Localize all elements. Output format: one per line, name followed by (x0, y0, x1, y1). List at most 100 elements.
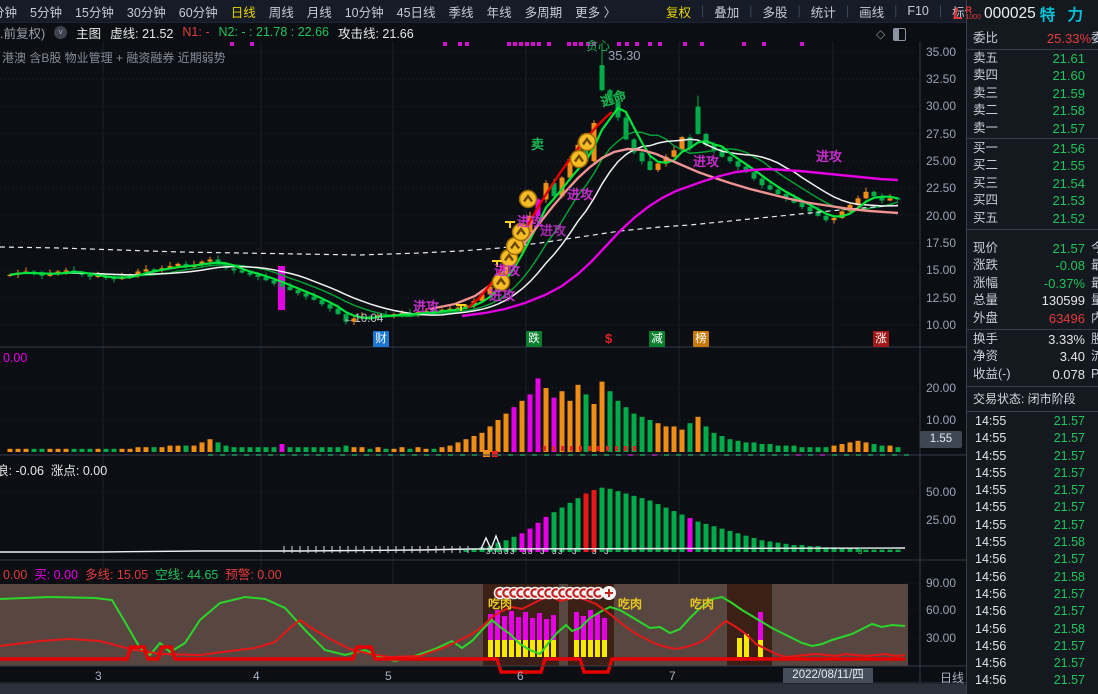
ask-row: 卖一 21.57 (973, 120, 1085, 136)
tag-bang[interactable]: 榜 (693, 331, 709, 347)
y-axis-label: 20.00 (925, 209, 956, 223)
bottom-axis-label: 90.00 (925, 576, 956, 590)
tick-row: 14:55 21.58 (975, 535, 1085, 550)
trading-terminal: 分钟 5分钟 15分钟 30分钟 60分钟 日线 周线 月线 10分钟 45日线… (0, 0, 1098, 694)
bid-row: 买四 21.53 (973, 193, 1085, 209)
svg-text:3: 3 (498, 547, 503, 556)
ask-row: 卖二 21.58 (973, 103, 1085, 119)
tick-row: 14:56 21.57 (975, 604, 1085, 619)
stat-row: 涨幅 -0.37% 最 (973, 275, 1098, 291)
bid-row: 买一 21.56 (973, 141, 1085, 156)
bid-row: 买二 21.55 (973, 158, 1085, 174)
y-axis-label: 17.50 (925, 236, 956, 250)
y-axis-label: 22.50 (925, 181, 956, 195)
eat-meat-tag: 吃肉 (618, 597, 643, 611)
tick-row: 14:55 21.57 (975, 517, 1085, 532)
peak-price-label: 35.30 (608, 48, 641, 63)
eat-meat-tag: 吃肉 (690, 597, 715, 611)
stat-row: 外盘 63496 内 (973, 310, 1098, 326)
wave-axis-label: 25.00 (925, 513, 956, 527)
bid-row: 买三 21.54 (973, 175, 1085, 191)
stat-row: 换手 3.33% 股 (973, 332, 1098, 347)
svg-text:3: 3 (528, 547, 533, 556)
tick-row: 14:55 21.57 (975, 431, 1085, 446)
stat-row: 涨跌 -0.08 最 (973, 258, 1098, 274)
stock-concept-line: 港澳 含B股 物业管理 + 融资融券 近期弱势 (2, 51, 226, 65)
stat-row: 收益(-) 0.078 P (973, 366, 1098, 382)
tag-cai[interactable]: 财 (373, 331, 389, 347)
x-axis-tick: 7 (669, 669, 676, 683)
split-panel-icon[interactable] (893, 27, 907, 41)
tag-jian[interactable]: 减 (649, 331, 665, 347)
n1-value: N1: - (182, 25, 210, 39)
stats-list: 现价 21.57 今 涨跌 -0.08 最 涨幅 -0.37% 最 总量 130599 量 外盘… (967, 240, 1098, 327)
dash-line-value: 虚线: 21.52 (110, 26, 174, 41)
vol-current-badge: 1.55 (920, 431, 962, 448)
tick-row: 14:55 21.57 (975, 448, 1085, 463)
chart-canvas[interactable]: 33333333333333 (0, 0, 966, 694)
attack-line-value: 攻击线: 21.66 (337, 26, 414, 41)
y-axis-label: 32.50 (925, 72, 956, 86)
tick-row: 14:56 21.57 (975, 656, 1085, 671)
ask-row: 卖五 21.61 (973, 51, 1085, 66)
y-axis-label: 27.50 (925, 127, 956, 141)
weibi-row: 委比 25.33% 委 (973, 31, 1098, 46)
greed-tag: 贪心 (586, 39, 611, 53)
bottom-axis-label: 60.00 (925, 603, 956, 617)
svg-text:3: 3 (858, 547, 863, 556)
stat-row: 现价 21.57 今 (973, 241, 1098, 256)
svg-text:3: 3 (552, 547, 557, 556)
y-axis-label: 35.00 (925, 45, 956, 59)
ask-row: 卖三 21.59 (973, 85, 1085, 101)
flag-r1000: R 1000 (965, 5, 981, 22)
indicator-header: .前复权) ˅ 主图 虚线: 21.52 N1: - N2: - : 21.78… (0, 23, 414, 41)
svg-text:3: 3 (492, 547, 497, 556)
stat-row: 净资 3.40 流 (973, 349, 1098, 365)
tag-die[interactable]: 跌 (526, 331, 542, 347)
chevron-down-icon[interactable]: ˅ (54, 25, 68, 39)
diamond-icon[interactable]: ◇ (876, 27, 885, 41)
svg-text:3: 3 (540, 547, 545, 556)
tick-row: 14:56 21.58 (975, 569, 1085, 584)
svg-text:3: 3 (592, 547, 597, 556)
bottom-axis-label: 30.00 (925, 631, 956, 645)
tick-list: 14:55 21.57 14:55 21.57 14:55 21.57 14:55 21… (967, 413, 1098, 690)
stock-title[interactable]: L R 1000 000025 特 力 (953, 1, 1098, 27)
attack-tag: 进攻 (494, 263, 521, 278)
wave-panel-header: 浪: -0.06 涨点: 0.00 (0, 464, 108, 478)
sell-tag: 卖 (531, 137, 545, 152)
eat-meat-tag: 吃肉 (488, 597, 513, 611)
attack-tag: 进攻 (693, 154, 720, 169)
ask-row: 卖四 21.60 (973, 68, 1085, 84)
y-axis-label: 25.00 (925, 154, 956, 168)
volume-panel-header: : 0.00 (0, 351, 28, 365)
main-chart-label[interactable]: 主图 (76, 23, 101, 42)
svg-text:3: 3 (572, 547, 577, 556)
tick-row: 14:56 21.57 (975, 552, 1085, 567)
bid-row: 买五 21.52 (973, 210, 1085, 226)
x-axis-tick: 4 (253, 669, 260, 683)
svg-text:3: 3 (522, 547, 527, 556)
vol-axis-label: 10.00 (925, 413, 956, 427)
stats2-list: 换手 3.33% 股 净资 3.40 流 收益(-) 0.078 P (967, 331, 1098, 383)
tick-row: 14:55 21.57 (975, 500, 1085, 515)
stock-code: 000025 (983, 5, 1036, 22)
y-axis-label: 30.00 (925, 99, 956, 113)
tick-row: 14:56 21.57 (975, 638, 1085, 653)
fuquan-prefix: .前复权) (0, 26, 46, 41)
attack-tag: 进攻 (489, 288, 516, 303)
ask-list: 卖五 21.61 卖四 21.60 卖三 21.59 卖二 21.58 卖一 21.57 (967, 50, 1098, 137)
x-axis-tick: 3 (95, 669, 102, 683)
period-label[interactable]: 日线 (940, 669, 964, 686)
quote-sidebar: 委比 25.33% 委 卖五 21.61 卖四 21.60 卖三 21.59 卖二 21… (966, 0, 1098, 694)
svg-text:3: 3 (558, 547, 563, 556)
y-axis-label: 12.50 (925, 291, 956, 305)
attack-tag: 进攻 (540, 223, 567, 238)
trade-status: 交易状态: 闭市阶段 (973, 392, 1076, 406)
svg-text:3: 3 (486, 547, 491, 556)
tag-dollar[interactable]: $ (605, 331, 612, 346)
tag-zhang[interactable]: 涨 (873, 331, 889, 347)
bottom-panel-header: : 0.00 买: 0.00 多线: 15.05 空线: 44.65 预警: 0… (0, 568, 282, 582)
x-axis-tick: 6 (517, 669, 524, 683)
tick-row: 14:56 21.57 (975, 586, 1085, 601)
